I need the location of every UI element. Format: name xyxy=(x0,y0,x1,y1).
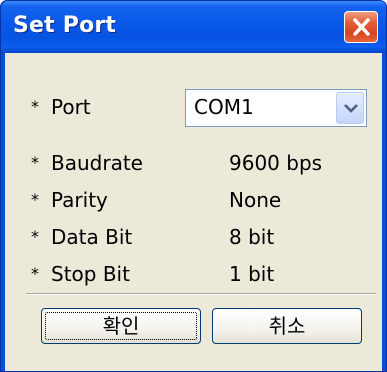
field-baudrate: * Baudrate 9600 bps xyxy=(31,151,322,181)
bullet: * xyxy=(31,264,39,283)
port-select[interactable]: COM1 xyxy=(185,89,367,127)
title-bar[interactable]: Set Port xyxy=(1,1,386,53)
close-button[interactable] xyxy=(344,11,378,43)
field-stop-bit: * Stop Bit 1 bit xyxy=(31,262,274,292)
chevron-down-icon xyxy=(344,104,358,113)
set-port-dialog: Set Port * Port COM1 * Baudrate 9600 bps xyxy=(0,0,387,372)
port-dropdown-button[interactable] xyxy=(336,92,364,124)
ok-button[interactable]: 확인 xyxy=(41,308,201,344)
field-value-parity: None xyxy=(229,188,282,212)
field-label-parity: Parity xyxy=(51,188,108,212)
field-port: * Port xyxy=(31,95,91,125)
field-parity: * Parity None xyxy=(31,188,281,218)
port-select-value: COM1 xyxy=(194,95,254,119)
cancel-button[interactable]: 취소 xyxy=(212,308,362,344)
window-title: Set Port xyxy=(13,13,117,38)
bullet: * xyxy=(31,190,39,209)
bullet: * xyxy=(31,153,39,172)
field-value-stop-bit: 1 bit xyxy=(229,262,275,286)
field-label-stop-bit: Stop Bit xyxy=(51,262,130,286)
field-label-port: Port xyxy=(51,95,91,119)
field-value-data-bit: 8 bit xyxy=(229,225,275,249)
close-icon xyxy=(353,18,370,36)
divider xyxy=(26,293,376,295)
bullet: * xyxy=(31,227,39,246)
field-label-baudrate: Baudrate xyxy=(51,151,143,175)
field-data-bit: * Data Bit 8 bit xyxy=(31,225,274,255)
dialog-body: * Port COM1 * Baudrate 9600 bps * Parity No… xyxy=(5,53,382,371)
field-value-baudrate: 9600 bps xyxy=(229,151,323,175)
field-label-data-bit: Data Bit xyxy=(51,225,133,249)
bullet: * xyxy=(31,97,39,116)
